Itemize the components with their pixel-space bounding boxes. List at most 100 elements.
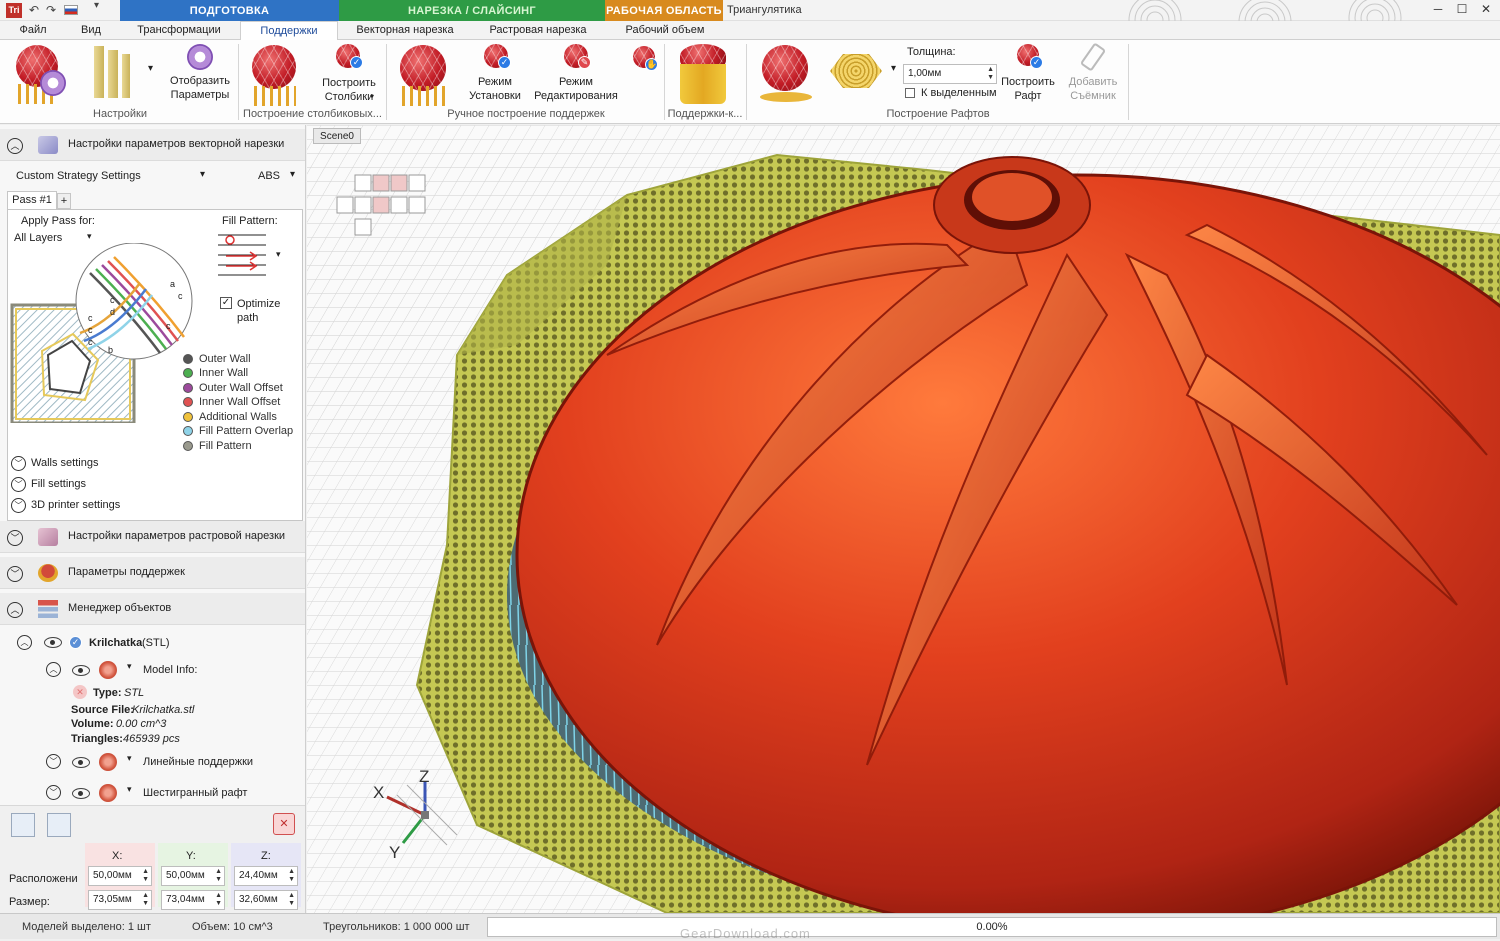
tab-supports[interactable]: Поддержки <box>240 21 338 41</box>
scene-render[interactable] <box>307 125 1500 913</box>
expand-arrow-icon[interactable]: ▾ <box>127 784 132 795</box>
fill-pattern-preview-icon[interactable] <box>216 231 270 279</box>
spinner-icon[interactable]: ▲ ▼ <box>288 868 295 884</box>
position-z-value: 24,40мм <box>239 870 278 881</box>
window-title: Триангулятика <box>727 4 802 16</box>
minimize-button[interactable]: ─ <box>1428 2 1448 20</box>
linear-supports-label[interactable]: Линейные поддержки <box>143 756 253 768</box>
undo-icon[interactable]: ↶ <box>29 3 39 17</box>
close-window-button[interactable]: ✕ <box>1476 2 1496 20</box>
tab-file[interactable]: Файл <box>8 21 58 40</box>
legend-dot <box>183 383 193 393</box>
raft-type-dropdown-icon[interactable]: ▾ <box>891 62 896 76</box>
qat-dropdown-icon[interactable]: ▾ <box>94 0 99 11</box>
collapse-chevron-icon[interactable]: ︿ <box>7 602 23 618</box>
fill-pattern-dropdown-icon[interactable]: ▾ <box>276 249 281 260</box>
material-dropdown-icon[interactable]: ▾ <box>290 169 295 180</box>
visibility-eye-icon[interactable] <box>72 665 90 676</box>
object-check-icon[interactable]: ✓ <box>69 636 82 649</box>
app-icon[interactable]: Tri <box>6 3 22 18</box>
expand-chevron-icon[interactable]: ﹀ <box>7 530 23 546</box>
group-separator <box>746 44 747 120</box>
spinner-icon[interactable]: ▲ ▼ <box>142 868 149 884</box>
tab-pass-1[interactable]: Pass #1 <box>7 191 57 209</box>
collapse-chevron-icon[interactable]: ︿ <box>46 662 61 677</box>
install-mode-button[interactable]: ✓ Режим Установки <box>464 42 526 106</box>
fill-settings-toggle[interactable]: Fill settings <box>31 478 86 490</box>
language-flag-icon[interactable] <box>64 5 78 15</box>
collapse-chevron-icon[interactable]: ︿ <box>17 635 32 650</box>
position-y-input[interactable]: 50,00мм ▲ ▼ <box>161 866 225 886</box>
support-params-header[interactable]: ﹀ Параметры поддержек <box>0 557 305 589</box>
walls-settings-toggle[interactable]: Walls settings <box>31 457 98 469</box>
spinner-icon[interactable]: ▲ ▼ <box>987 66 994 82</box>
expand-chevron-icon[interactable]: ﹀ <box>46 754 61 769</box>
tab-transformations[interactable]: Трансформации <box>122 21 236 40</box>
object-manager-header[interactable]: ︿ Менеджер объектов <box>0 593 305 625</box>
expand-chevron-icon[interactable]: ﹀ <box>11 456 26 471</box>
strategy-dropdown-icon[interactable]: ▾ <box>200 169 205 180</box>
cluster-icon <box>99 661 117 679</box>
spinner-icon[interactable]: ▲ ▼ <box>215 868 222 884</box>
maximize-button[interactable]: ☐ <box>1452 2 1472 20</box>
column-shape-icon <box>94 46 104 98</box>
tab-raster-slicing[interactable]: Растровая нарезка <box>474 21 602 40</box>
tab-view[interactable]: Вид <box>68 21 114 40</box>
printer-settings-toggle[interactable]: 3D printer settings <box>31 499 120 511</box>
tab-work-volume[interactable]: Рабочий объем <box>607 21 723 40</box>
vector-slicing-header[interactable]: ︿ Настройки параметров векторной нарезки <box>0 129 305 161</box>
tab-vector-slicing[interactable]: Векторная нарезка <box>341 21 469 40</box>
collapse-chevron-icon[interactable]: ︿ <box>7 138 23 154</box>
hand-mode-button[interactable]: ✋ <box>630 44 660 74</box>
build-raft-button[interactable]: ✓ Построить Рафт <box>1000 42 1056 106</box>
visibility-eye-icon[interactable] <box>44 637 62 648</box>
add-remover-label: Добавить Съёмник <box>1068 76 1118 102</box>
spinner-icon[interactable]: ▲ ▼ <box>288 892 295 908</box>
position-z-input[interactable]: 24,40мм ▲ ▼ <box>234 866 298 886</box>
add-pass-button[interactable]: + <box>57 193 71 209</box>
raft-big-button[interactable] <box>756 42 816 106</box>
support-settings-big-button[interactable] <box>8 42 78 108</box>
status-volume: Объем: 10 см^3 <box>192 921 273 933</box>
spinner-icon[interactable]: ▲ ▼ <box>215 892 222 908</box>
to-selected-checkbox[interactable] <box>905 88 915 98</box>
contour-supports-button[interactable] <box>672 42 734 106</box>
show-parameters-button[interactable]: Отобразить Параметры <box>165 42 235 106</box>
spinner-icon[interactable]: ▲ ▼ <box>142 892 149 908</box>
hex-raft-button[interactable] <box>828 52 884 92</box>
position-x-input[interactable]: 50,00мм ▲ ▼ <box>88 866 152 886</box>
thickness-value: 1,00мм <box>908 68 942 79</box>
expand-arrow-icon[interactable]: ▾ <box>127 661 132 672</box>
expand-chevron-icon[interactable]: ﹀ <box>11 477 26 492</box>
expand-arrow-icon[interactable]: ▾ <box>127 753 132 764</box>
center-object-button[interactable] <box>47 813 71 837</box>
delete-object-button[interactable]: ✕ <box>273 813 295 835</box>
auto-support-button[interactable] <box>246 42 306 106</box>
thickness-input[interactable]: 1,00мм ▲ ▼ <box>903 64 997 84</box>
columns-preset-dropdown-icon[interactable]: ▾ <box>148 62 153 76</box>
add-remover-button[interactable]: Добавить Съёмник <box>1062 42 1124 106</box>
expand-chevron-icon[interactable]: ﹀ <box>11 498 26 513</box>
fit-view-button[interactable] <box>11 813 35 837</box>
edit-mode-button[interactable]: ✎ Режим Редактирования <box>532 42 620 106</box>
raster-slicing-header[interactable]: ﹀ Настройки параметров растровой нарезки <box>0 521 305 553</box>
tab-scene0[interactable]: Scene0 <box>313 128 361 144</box>
columns-preset-button[interactable] <box>88 44 136 106</box>
size-y-input[interactable]: 73,04мм ▲ ▼ <box>161 890 225 910</box>
manual-support-big-button[interactable] <box>394 42 454 106</box>
hex-raft-label[interactable]: Шестигранный рафт <box>143 787 247 799</box>
material-select[interactable]: ABS <box>258 170 280 182</box>
strategy-select[interactable]: Custom Strategy Settings <box>16 170 141 182</box>
expand-chevron-icon[interactable]: ﹀ <box>7 566 23 582</box>
expand-chevron-icon[interactable]: ﹀ <box>46 785 61 800</box>
size-x-input[interactable]: 73,05мм ▲ ▼ <box>88 890 152 910</box>
apply-pass-dropdown-icon[interactable]: ▾ <box>87 231 92 242</box>
redo-icon[interactable]: ↷ <box>46 3 56 17</box>
size-z-input[interactable]: 32,60мм ▲ ▼ <box>234 890 298 910</box>
optimize-path-checkbox[interactable]: ✓ <box>220 297 232 309</box>
build-columns-button[interactable]: ✓ Построить Столбики ▾ <box>318 42 380 106</box>
object-name[interactable]: Krilchatka <box>89 637 142 649</box>
visibility-eye-icon[interactable] <box>72 788 90 799</box>
visibility-eye-icon[interactable] <box>72 757 90 768</box>
3d-viewport[interactable]: Scene0 X Z Y <box>307 125 1500 913</box>
